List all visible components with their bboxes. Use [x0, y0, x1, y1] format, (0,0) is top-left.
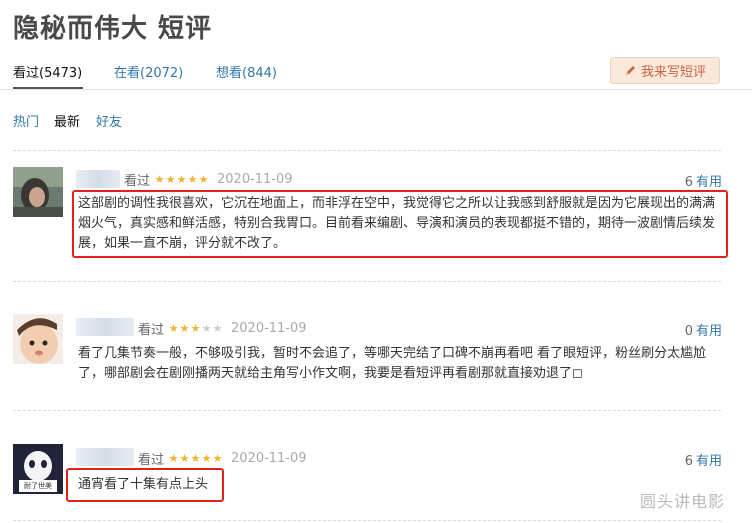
- avatar[interactable]: [13, 314, 63, 364]
- star-icon: ★: [212, 452, 223, 465]
- divider: [13, 520, 721, 521]
- watch-status: 看过: [124, 174, 151, 189]
- divider: [13, 150, 721, 151]
- active-tab-indicator: [13, 87, 83, 89]
- star-icon: ★: [187, 173, 198, 186]
- rating-stars: ★ ★ ★ ★ ★: [154, 173, 209, 186]
- star-icon: ★: [165, 173, 176, 186]
- tab-watching[interactable]: 在看(2072): [114, 62, 183, 81]
- page-title: 隐秘而伟大 短评: [13, 14, 213, 44]
- comment-text: 这部剧的调性我很喜欢，它沉在地面上，而非浮在空中，我觉得它之所以让我感到舒服就是…: [78, 196, 716, 251]
- comment-date: 2020-11-09: [217, 172, 293, 187]
- avatar-image-icon: [13, 167, 63, 217]
- pencil-icon: [625, 66, 635, 75]
- watermark: 圆头讲电影: [640, 492, 726, 511]
- star-icon: ★: [176, 173, 187, 186]
- write-review-button[interactable]: 我来写短评: [610, 57, 720, 84]
- sort-friends[interactable]: 好友: [96, 111, 122, 130]
- comment-date: 2020-11-09: [231, 451, 307, 466]
- watch-status: 看过: [138, 323, 165, 338]
- comment-text: 通宵看了十集有点上头: [78, 477, 209, 492]
- tab-want-to-watch[interactable]: 想看(844): [216, 62, 277, 81]
- username-blurred[interactable]: [76, 448, 134, 466]
- useful-button[interactable]: 有用: [696, 175, 722, 190]
- avatar[interactable]: 耐了世美: [13, 444, 63, 494]
- avatar-caption: 耐了世美: [24, 482, 52, 490]
- tab-divider: [0, 89, 752, 90]
- comment-date: 2020-11-09: [231, 321, 307, 336]
- rating-stars: ★ ★ ★ ★ ★: [168, 322, 223, 335]
- star-icon: ★: [168, 322, 179, 335]
- watch-status: 看过: [138, 453, 165, 468]
- useful-button[interactable]: 有用: [696, 324, 722, 339]
- sort-newest[interactable]: 最新: [54, 111, 80, 130]
- useful-count: 6: [684, 454, 693, 469]
- divider: [13, 410, 721, 411]
- useful-button[interactable]: 有用: [696, 454, 722, 469]
- star-icon: ★: [201, 322, 212, 335]
- divider: [13, 281, 721, 282]
- star-icon: ★: [168, 452, 179, 465]
- comment-text: 看了几集节奏一般，不够吸引我，暂时不会追了，等哪天完结了口碑不崩再看吧 看了眼短…: [78, 346, 707, 381]
- username-blurred[interactable]: [76, 318, 134, 336]
- username-blurred[interactable]: [76, 170, 120, 188]
- star-icon: ★: [212, 322, 223, 335]
- avatar-image-icon: [13, 314, 63, 364]
- star-icon: ★: [190, 322, 201, 335]
- write-review-label: 我来写短评: [640, 65, 706, 80]
- star-icon: ★: [201, 452, 212, 465]
- useful-count: 0: [684, 324, 693, 339]
- star-icon: ★: [179, 452, 190, 465]
- sort-hot[interactable]: 热门: [13, 111, 39, 130]
- avatar[interactable]: [13, 167, 63, 217]
- star-icon: ★: [154, 173, 165, 186]
- star-icon: ★: [190, 452, 201, 465]
- rating-stars: ★ ★ ★ ★ ★: [168, 452, 223, 465]
- star-icon: ★: [179, 322, 190, 335]
- star-icon: ★: [198, 173, 209, 186]
- tab-watched[interactable]: 看过(5473): [13, 62, 82, 81]
- useful-count: 6: [684, 175, 693, 190]
